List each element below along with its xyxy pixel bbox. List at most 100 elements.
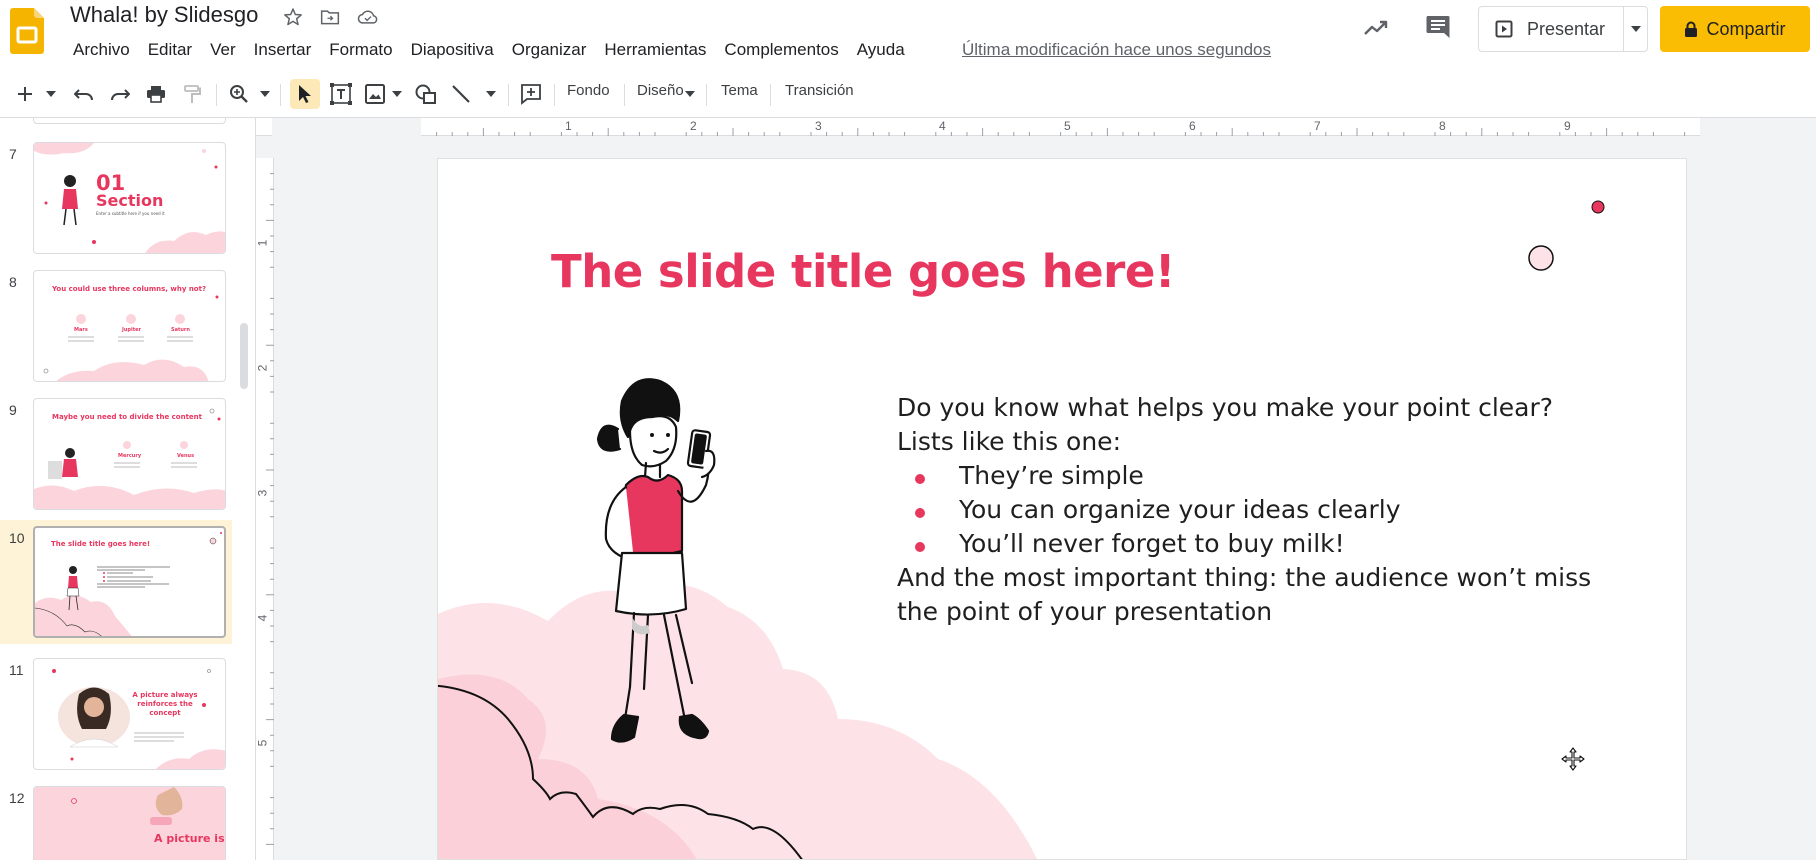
layout-button[interactable]: Diseño: [637, 82, 684, 99]
shape-icon[interactable]: [412, 79, 440, 109]
slide-preview: The slide title goes here!: [33, 526, 226, 638]
ruler-label: 4: [939, 119, 946, 133]
app-header: Whala! by Slidesgo Archivo Editar Ver In…: [0, 0, 1816, 70]
thumb-col: Mars: [74, 327, 88, 333]
body-paragraph: Do you know what helps you make your poi…: [897, 393, 1554, 422]
slide-editor-canvas: 1 2 3 4 5 6 7 8 9 1 2 3 4 5 The slide ti…: [256, 118, 1816, 860]
bullet-item: They’re simple: [897, 459, 1597, 493]
star-icon[interactable]: [281, 6, 305, 28]
thumb-col: Mercury: [118, 453, 142, 459]
share-button[interactable]: Compartir: [1660, 6, 1810, 52]
redo-icon[interactable]: [106, 79, 134, 109]
filmstrip-scrollbar[interactable]: [240, 323, 248, 389]
undo-icon[interactable]: [70, 79, 98, 109]
menu-diapositiva[interactable]: Diapositiva: [402, 38, 503, 62]
move-cursor-icon: [1561, 747, 1585, 776]
slide-preview: A picture always reinforces the concept: [33, 658, 226, 770]
menu-formato[interactable]: Formato: [320, 38, 401, 62]
slide-preview: You could use three columns, why not? Ma…: [33, 270, 226, 382]
menu-herramientas[interactable]: Herramientas: [595, 38, 715, 62]
toolbar: Fondo Diseño Tema Transición: [0, 70, 1816, 164]
slide-thumbnail-7[interactable]: 7 01 Section Enter a subtitle here if yo…: [0, 136, 232, 254]
menu-bar: Archivo Editar Ver Insertar Formato Diap…: [64, 38, 914, 62]
body-paragraph: Lists like this one:: [897, 427, 1121, 456]
move-to-folder-icon[interactable]: [318, 6, 342, 28]
thumb-col: Venus: [177, 453, 195, 459]
zoom-icon[interactable]: [226, 79, 252, 109]
text-box-icon[interactable]: [326, 79, 356, 109]
ruler-label: 2: [690, 119, 697, 133]
ruler-label: 3: [815, 119, 822, 133]
previous-thumbnail-edge[interactable]: [33, 118, 226, 124]
bullet-text: You can organize your ideas clearly: [959, 495, 1401, 524]
menu-organizar[interactable]: Organizar: [503, 38, 596, 62]
theme-button[interactable]: Tema: [721, 82, 758, 99]
transition-button[interactable]: Transición: [785, 82, 854, 99]
thumb-title: The slide title goes here!: [51, 540, 151, 548]
zoom-dropdown-icon[interactable]: [258, 79, 272, 109]
slide-thumbnail-10[interactable]: 10 The slide title goes here!: [0, 520, 232, 644]
lock-icon: [1685, 21, 1698, 37]
ruler-label: 4: [256, 614, 270, 622]
ruler-label: 9: [1564, 119, 1571, 133]
thumb-title: Maybe you need to divide the content: [52, 413, 202, 421]
slide-preview: 01 Section Enter a subtitle here if you …: [33, 142, 226, 254]
menu-archivo[interactable]: Archivo: [64, 38, 139, 62]
slide-number: 11: [9, 662, 24, 678]
line-icon[interactable]: [448, 79, 474, 109]
background-button[interactable]: Fondo: [567, 82, 610, 99]
slide-number: 12: [9, 790, 25, 806]
image-icon[interactable]: [362, 79, 388, 109]
comments-icon[interactable]: [1424, 13, 1454, 41]
thumb-title: A picture always reinforces the concept: [132, 691, 198, 717]
present-dropdown-button[interactable]: [1623, 7, 1647, 51]
thumb-caption: Enter a subtitle here if you need it: [96, 211, 165, 216]
slide-filmstrip: 7 01 Section Enter a subtitle here if yo…: [0, 118, 256, 860]
new-slide-dropdown-icon[interactable]: [44, 79, 58, 109]
slide-thumbnail-9[interactable]: 9 Maybe you need to divide the content M…: [0, 392, 232, 510]
slide-number: 9: [9, 402, 17, 418]
menu-editar[interactable]: Editar: [139, 38, 201, 62]
print-icon[interactable]: [142, 79, 170, 109]
select-tool-icon[interactable]: [290, 79, 320, 109]
document-title[interactable]: Whala! by Slidesgo: [70, 2, 258, 28]
cloud-saved-icon[interactable]: [356, 6, 380, 28]
thumb-subtitle: Section: [96, 191, 164, 210]
ruler-label: 3: [256, 489, 270, 497]
activity-dashboard-icon[interactable]: [1362, 14, 1392, 42]
new-slide-icon[interactable]: [12, 79, 38, 109]
slide-thumbnail-12[interactable]: 12 A picture is: [0, 780, 232, 860]
paint-format-icon[interactable]: [178, 79, 206, 109]
add-comment-icon[interactable]: [518, 79, 544, 109]
slides-logo-icon[interactable]: [10, 8, 44, 54]
bullet-text: They’re simple: [959, 461, 1144, 490]
ruler-label: 1: [565, 119, 572, 133]
current-slide[interactable]: The slide title goes here! Do you know w…: [437, 158, 1687, 860]
slide-preview: A picture is: [33, 786, 226, 860]
bullet-dot: [915, 508, 925, 518]
ruler-label: 5: [256, 739, 270, 747]
vertical-ruler[interactable]: 1 2 3 4 5: [256, 136, 274, 860]
menu-complementos[interactable]: Complementos: [715, 38, 847, 62]
bullet-item: You’ll never forget to buy milk!: [897, 527, 1597, 561]
layout-dropdown-icon[interactable]: [684, 79, 696, 109]
ruler-label: 8: [1439, 119, 1446, 133]
menu-ayuda[interactable]: Ayuda: [848, 38, 914, 62]
horizontal-ruler[interactable]: 1 2 3 4 5 6 7 8 9: [272, 118, 1816, 136]
ruler-label: 1: [256, 239, 270, 247]
thumb-title: A picture is: [154, 832, 225, 845]
slide-thumbnail-11[interactable]: 11 A picture always reinforces the conce…: [0, 652, 232, 770]
menu-insertar[interactable]: Insertar: [245, 38, 321, 62]
slide-body-text[interactable]: Do you know what helps you make your poi…: [897, 391, 1597, 629]
slide-preview: Maybe you need to divide the content Mer…: [33, 398, 226, 510]
ruler-label: 5: [1064, 119, 1071, 133]
image-dropdown-icon[interactable]: [390, 79, 404, 109]
menu-ver[interactable]: Ver: [201, 38, 245, 62]
last-edit-link[interactable]: Última modificación hace unos segundos: [962, 40, 1271, 60]
slide-thumbnail-8[interactable]: 8 You could use three columns, why not? …: [0, 264, 232, 382]
line-dropdown-icon[interactable]: [484, 79, 498, 109]
thumb-title: You could use three columns, why not?: [52, 285, 207, 293]
present-button[interactable]: Presentar: [1479, 7, 1623, 51]
present-button-group: Presentar: [1478, 6, 1648, 52]
slide-title[interactable]: The slide title goes here!: [551, 245, 1175, 298]
